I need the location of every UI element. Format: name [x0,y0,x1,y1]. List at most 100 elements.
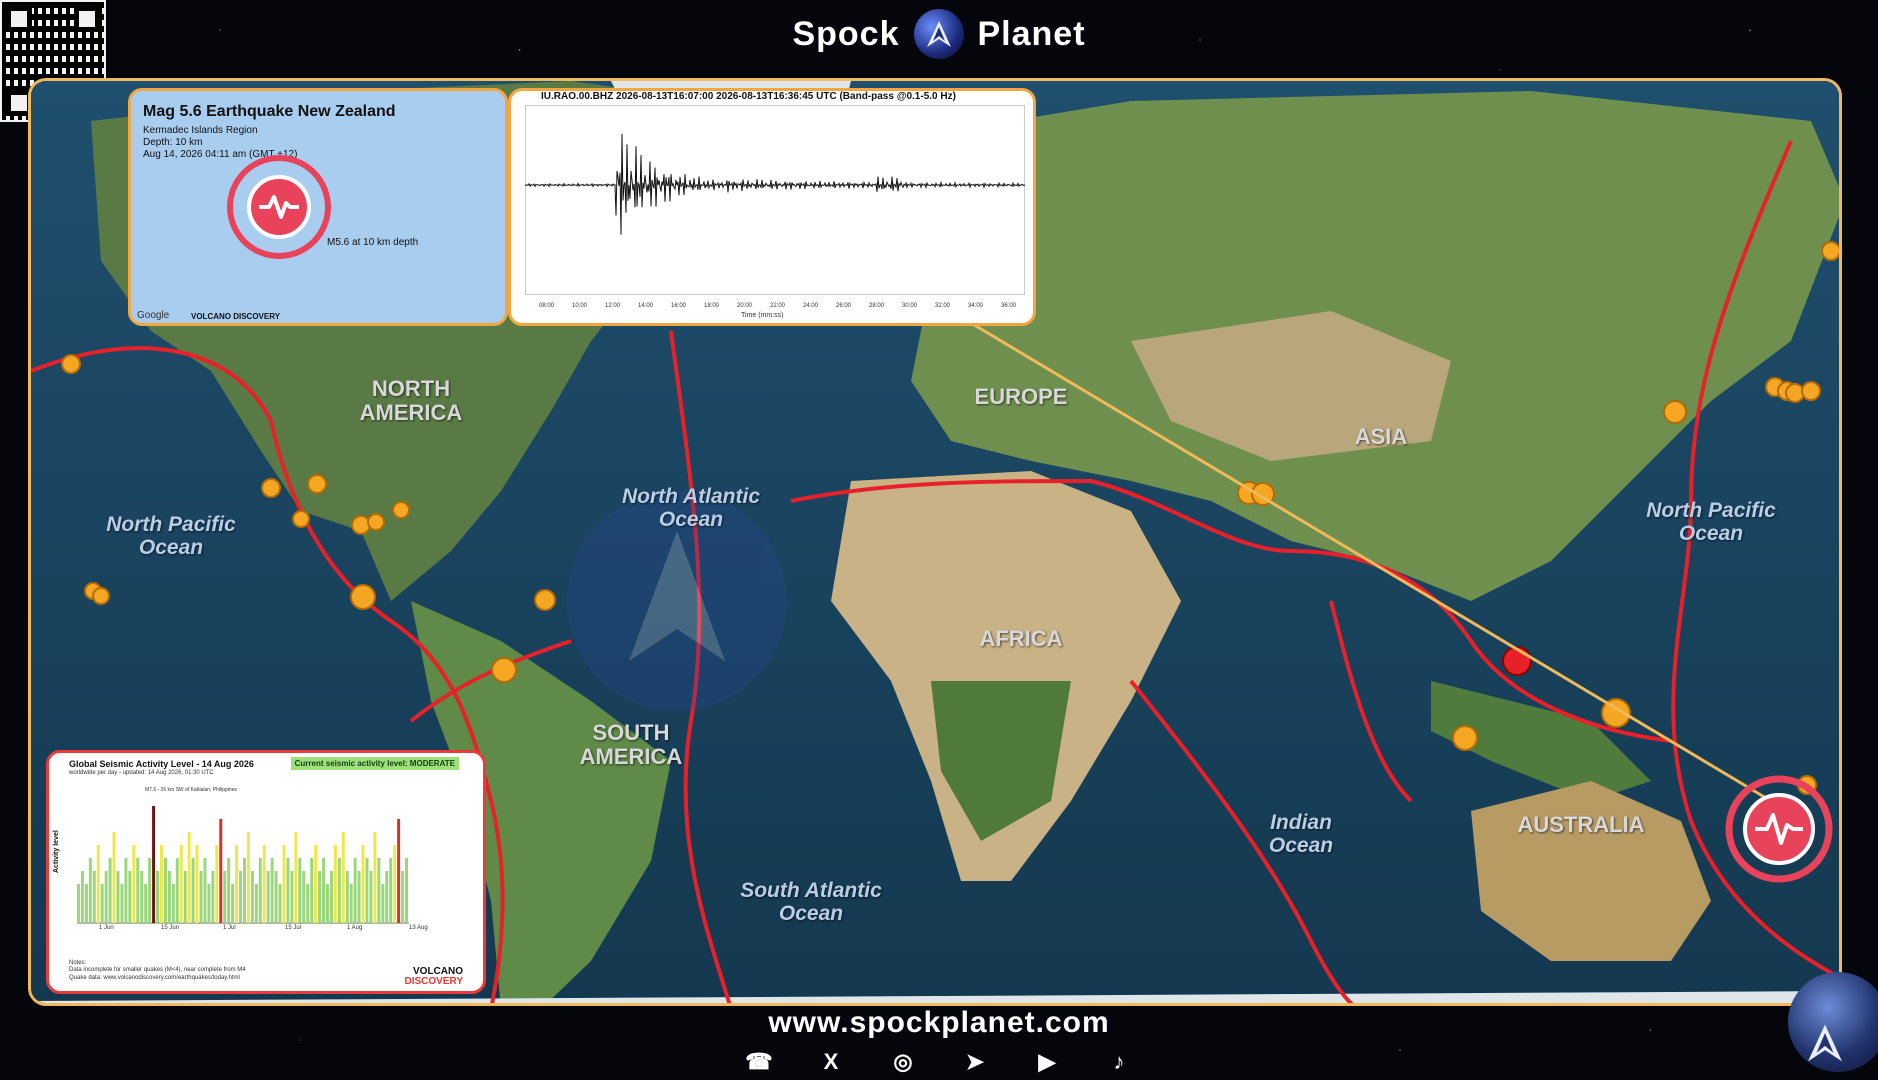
activity-bar [278,884,282,923]
activity-bar [254,884,258,923]
seismogram-xlabel: Time (mm:ss) [741,312,784,319]
label-indian-ocean: Indian Ocean [1268,811,1334,858]
activity-bar [314,845,318,923]
seismogram-tick-label: 28:00 [869,303,885,309]
label-europe: EUROPE [974,384,1068,409]
activity-bar [345,871,349,923]
x-icon[interactable]: X [817,1048,845,1076]
activity-bar [215,845,219,923]
activity-bar [329,871,333,923]
activity-bar [373,832,377,923]
seismogram-tick-label: 14:00 [638,303,654,309]
quake-depth: Depth: 10 km [143,137,203,148]
activity-bar [183,871,187,923]
whatsapp-icon[interactable]: ☎ [745,1048,773,1076]
activity-bar [369,871,373,923]
activity-bar [302,871,306,923]
activity-bar [322,858,325,923]
tiktok-icon[interactable]: ♪ [1105,1048,1133,1076]
activity-bar [401,871,405,923]
activity-bar [144,884,148,923]
activity-bar [365,858,369,923]
label-north-pacific-east: North Pacific Ocean [1646,499,1776,546]
seismogram-tick-label: 34:00 [968,303,984,309]
activity-bar [171,884,175,923]
activity-bar [116,871,120,923]
telegram-icon[interactable]: ➤ [961,1048,989,1076]
activity-bar [88,858,92,923]
activity-bar [333,845,337,923]
activity-subtitle: worldwide per day - updated: 14 Aug 2026… [69,770,214,776]
activity-bar [239,871,242,923]
activity-bar [235,845,239,923]
social-links: ☎ X ◎ ➤ ▶ ♪ [0,1048,1878,1076]
seismic-activity-panel[interactable]: Global Seismic Activity Level - 14 Aug 2… [46,750,486,994]
label-south-america: SOUTH AMERICA [579,720,683,770]
activity-bar [405,858,408,923]
seismogram-tick-label: 12:00 [605,303,621,309]
activity-bar [187,832,191,923]
activity-bar [282,845,286,923]
seismogram-tick-label: 36:00 [1001,303,1017,309]
activity-bar [219,819,223,923]
activity-bar [203,858,207,923]
corner-planet-logo-icon [1788,972,1878,1072]
seismogram-title: IU.RAO.00.BHZ 2026-08-13T16:07:00 2026-0… [541,91,956,102]
activity-x-tick: 15 Jul [285,925,302,931]
activity-bar [156,871,159,923]
activity-bar [152,806,156,923]
activity-x-tick: 15 Jun [161,925,180,931]
youtube-icon[interactable]: ▶ [1033,1048,1061,1076]
activity-bar [128,871,132,923]
activity-bar [270,858,274,923]
seismogram-tick-label: 10:00 [572,303,588,309]
seismogram-tick-label: 20:00 [737,303,753,309]
activity-bar [298,858,302,923]
activity-bar [357,871,361,923]
quake-location-icon [227,155,331,259]
activity-bar [262,845,266,923]
label-asia: ASIA [1354,424,1408,449]
brand-word-right: Planet [977,14,1086,53]
seismogram-trace [525,105,1025,295]
note-line: Data incomplete for smaller quakes (M<4)… [69,967,246,974]
activity-bar [310,858,314,923]
activity-notes: Notes: Data incomplete for smaller quake… [69,960,246,983]
activity-bar [243,858,246,923]
activity-bar [246,832,250,923]
label-north-pacific-west: North Pacific Ocean [106,513,236,560]
website-link[interactable]: www.spockplanet.com [0,1006,1878,1040]
activity-bar [361,845,365,923]
activity-bar [258,858,262,923]
google-attribution: Google [137,310,170,321]
activity-bar [389,858,393,923]
activity-bar [353,858,357,923]
activity-bar [393,845,397,923]
activity-bar [290,871,294,923]
planet-logo-icon [913,9,964,59]
activity-bar [294,832,298,923]
activity-bar [385,871,389,923]
quake-region: Kermadec Islands Region [143,125,258,136]
brand-header: Spock Planet [0,8,1878,60]
activity-bar [250,871,254,923]
activity-bar [211,871,215,923]
activity-bar [326,884,329,923]
seismogram-tick-label: 22:00 [770,303,786,309]
label-africa: AFRICA [979,626,1063,651]
label-south-atlantic: South Atlantic Ocean [740,879,882,926]
activity-bar [104,871,108,923]
activity-bar [175,858,179,923]
activity-bar [274,871,278,923]
seismogram-panel[interactable]: IU.RAO.00.BHZ 2026-08-13T16:07:00 2026-0… [508,88,1036,326]
activity-bar [163,858,167,923]
earthquake-info-panel[interactable]: Mag 5.6 Earthquake New Zealand Kermadec … [128,88,508,326]
activity-bar [266,871,270,923]
activity-bar [108,858,112,923]
activity-chart [77,806,409,924]
activity-bar [349,884,353,923]
starfleet-delta-icon [1808,1024,1842,1062]
seismogram-tick-label: 32:00 [935,303,951,309]
instagram-icon[interactable]: ◎ [889,1048,917,1076]
activity-bar [77,884,80,923]
